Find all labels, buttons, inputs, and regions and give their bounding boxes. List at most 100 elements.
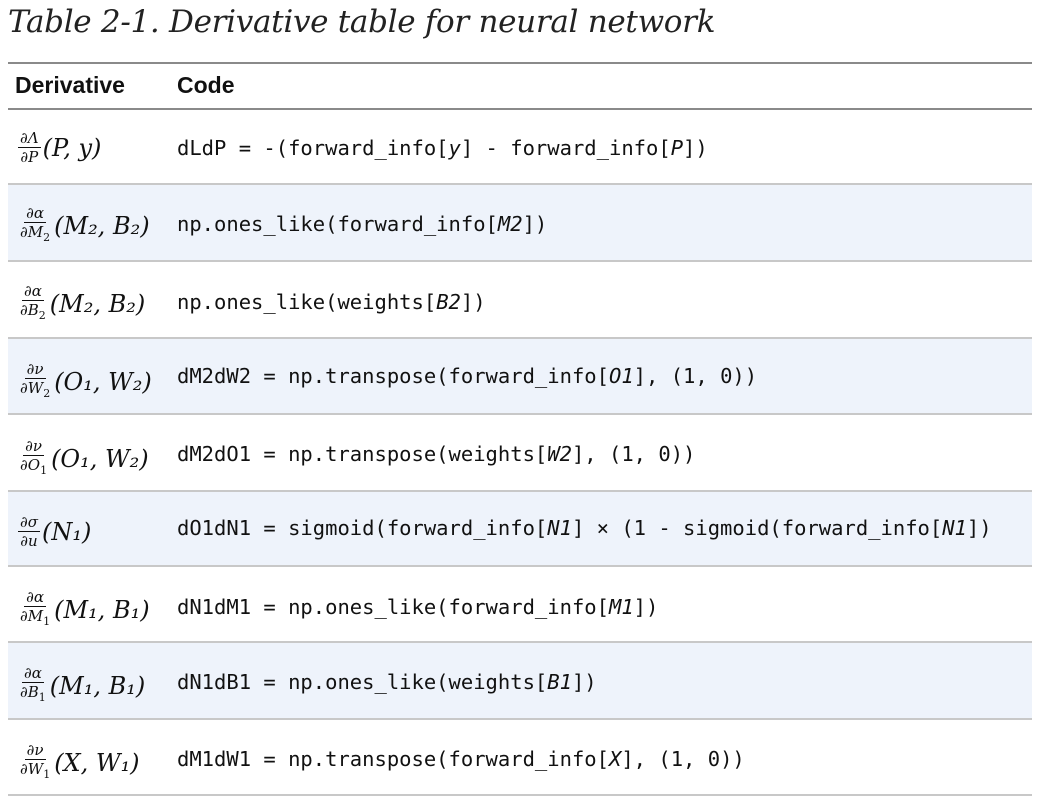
denominator-symbol: ∂M <box>20 607 44 625</box>
denominator-symbol: ∂O <box>20 456 41 474</box>
fraction-denominator: ∂W1 <box>18 760 52 783</box>
derivative-expression: ∂ν ∂W2 (O₁, W₂) <box>18 361 152 402</box>
code-text: ], (1, 0)) <box>621 747 745 771</box>
fraction-numerator: ∂σ <box>18 513 40 532</box>
code-text: ]) <box>633 595 659 619</box>
fraction-denominator: ∂M2 <box>18 223 52 246</box>
denominator-symbol: ∂B <box>20 683 39 701</box>
fraction-denominator: ∂W2 <box>18 379 52 402</box>
code-text: ]) <box>460 290 486 314</box>
code-snippet: dN1dB1 = np.ones_like(weights[B1]) <box>177 670 597 694</box>
derivative-fraction: ∂α ∂B2 <box>18 283 48 324</box>
table-row: ∂σ ∂u (N₁) dO1dN1 = sigmoid(forward_info[N1… <box>8 492 1032 567</box>
denominator-subscript: 1 <box>43 768 51 781</box>
code-snippet: dM2dW2 = np.transpose(forward_info[O1], … <box>177 364 757 388</box>
derivative-expression: ∂α ∂B2 (M₂, B₂) <box>18 283 145 324</box>
code-variable: N1 <box>547 516 572 540</box>
derivative-expression: ∂Λ ∂P (P, y) <box>18 130 101 165</box>
fraction-denominator: ∂P <box>18 148 40 165</box>
code-text: ]) <box>966 516 992 540</box>
denominator-subscript: 2 <box>43 231 51 244</box>
derivative-expression: ∂α ∂M2 (M₂, B₂) <box>18 205 150 246</box>
code-variable: M1 <box>608 595 634 619</box>
table-caption: Table 2-1. Derivative table for neural n… <box>8 4 716 40</box>
denominator-symbol: ∂W <box>20 760 44 778</box>
fraction-numerator: ∂α <box>21 282 44 301</box>
table-row: ∂α ∂M1 (M₁, B₁) dN1dM1 = np.ones_like(forwa… <box>8 567 1032 643</box>
table-row: ∂α ∂B1 (M₁, B₁) dN1dB1 = np.ones_like(weigh… <box>8 643 1032 720</box>
code-variable: B2 <box>436 290 461 314</box>
code-text: ] - forward_info[ <box>460 136 671 160</box>
table-row: ∂ν ∂O1 (O₁, W₂) dM2dO1 = np.transpose(weigh… <box>8 415 1032 492</box>
code-text: ], (1, 0)) <box>633 364 758 388</box>
derivative-arguments: (X, W₁) <box>54 748 140 777</box>
denominator-subscript: 1 <box>43 615 51 628</box>
code-text: np.ones_like(forward_info[ <box>177 212 498 236</box>
fraction-numerator: ∂ν <box>23 437 44 456</box>
denominator-subscript: 1 <box>40 464 48 477</box>
derivative-arguments: (P, y) <box>42 133 102 162</box>
fraction-numerator: ∂Λ <box>18 129 41 148</box>
derivative-fraction: ∂ν ∂W1 <box>18 742 52 783</box>
code-text: dO1dN1 = sigmoid(forward_info[ <box>177 516 548 540</box>
table-row: ∂ν ∂W2 (O₁, W₂) dM2dW2 = np.transpose(forwa… <box>8 339 1032 415</box>
derivative-arguments: (N₁) <box>42 517 92 546</box>
table-row: ∂α ∂B2 (M₂, B₂) np.ones_like(weights[B2]) <box>8 262 1032 339</box>
code-text: dM2dW2 = np.transpose(forward_info[ <box>177 364 609 388</box>
fraction-numerator: ∂ν <box>24 741 46 760</box>
code-text: dN1dM1 = np.ones_like(forward_info[ <box>177 595 609 619</box>
derivative-fraction: ∂Λ ∂P <box>18 130 41 165</box>
code-snippet: dLdP = -(forward_info[y] - forward_info[… <box>177 136 708 160</box>
code-snippet: dM1dW1 = np.transpose(forward_info[X], (… <box>177 747 745 771</box>
code-variable: W2 <box>547 442 572 466</box>
derivative-table: Derivative Code ∂Λ ∂P (P, y) dLdP = -(forwa… <box>8 62 1032 796</box>
code-text: dM2dO1 = np.transpose(weights[ <box>177 442 548 466</box>
header-code: Code <box>177 72 235 98</box>
denominator-subscript: 2 <box>43 387 51 400</box>
code-text: ]) <box>571 670 597 694</box>
code-variable: P <box>670 136 684 160</box>
derivative-fraction: ∂σ ∂u <box>18 514 40 549</box>
fraction-denominator: ∂u <box>18 532 39 549</box>
fraction-numerator: ∂α <box>21 664 44 683</box>
derivative-fraction: ∂α ∂M2 <box>18 205 52 246</box>
code-text: dLdP = -(forward_info[ <box>177 136 449 160</box>
derivative-expression: ∂σ ∂u (N₁) <box>18 514 91 549</box>
fraction-denominator: ∂M1 <box>18 607 52 630</box>
derivative-arguments: (O₁, W₂) <box>51 444 149 473</box>
code-variable: O1 <box>608 364 634 388</box>
code-snippet: np.ones_like(forward_info[M2]) <box>177 212 547 236</box>
fraction-denominator: ∂B1 <box>18 683 48 706</box>
code-text: ]) <box>522 212 548 236</box>
code-text: dN1dB1 = np.ones_like(weights[ <box>177 670 548 694</box>
derivative-arguments: (O₁, W₂) <box>54 367 152 396</box>
derivative-arguments: (M₁, B₁) <box>54 595 150 624</box>
code-variable: M2 <box>497 212 523 236</box>
code-variable: y <box>448 136 461 160</box>
denominator-symbol: ∂B <box>20 301 39 319</box>
code-text: ], (1, 0)) <box>571 442 696 466</box>
derivative-fraction: ∂ν ∂O1 <box>18 438 49 479</box>
fraction-numerator: ∂ν <box>24 360 46 379</box>
derivative-expression: ∂ν ∂O1 (O₁, W₂) <box>18 438 149 479</box>
fraction-numerator: ∂α <box>24 588 46 607</box>
derivative-arguments: (M₂, B₂) <box>49 289 146 318</box>
fraction-denominator: ∂O1 <box>18 456 49 479</box>
derivative-expression: ∂α ∂M1 (M₁, B₁) <box>18 589 150 630</box>
table-row: ∂α ∂M2 (M₂, B₂) np.ones_like(forward_info[M… <box>8 185 1032 262</box>
code-snippet: dN1dM1 = np.ones_like(forward_info[M1]) <box>177 595 658 619</box>
derivative-fraction: ∂α ∂M1 <box>18 589 52 630</box>
denominator-symbol: ∂M <box>20 223 44 241</box>
denominator-symbol: ∂P <box>20 148 39 166</box>
code-snippet: dM2dO1 = np.transpose(weights[W2], (1, 0… <box>177 442 695 466</box>
derivative-arguments: (M₂, B₂) <box>54 211 150 240</box>
table-row: ∂Λ ∂P (P, y) dLdP = -(forward_info[y] - for… <box>8 110 1032 185</box>
denominator-symbol: ∂u <box>20 532 38 550</box>
code-variable: X <box>608 747 622 771</box>
derivative-expression: ∂α ∂B1 (M₁, B₁) <box>18 665 145 706</box>
code-variable: N1 <box>942 516 967 540</box>
derivative-fraction: ∂α ∂B1 <box>18 665 48 706</box>
table-body: ∂Λ ∂P (P, y) dLdP = -(forward_info[y] - for… <box>8 110 1032 796</box>
code-snippet: np.ones_like(weights[B2]) <box>177 290 486 314</box>
code-text: ]) <box>683 136 708 160</box>
